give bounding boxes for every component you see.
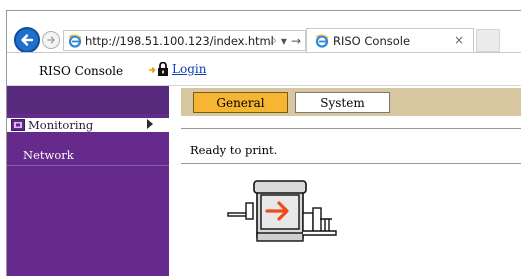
sidebar-item-label: Monitoring bbox=[28, 118, 94, 132]
tab-title: RISO Console bbox=[333, 33, 411, 48]
window-frame-top bbox=[6, 10, 521, 11]
forward-arrow-icon bbox=[47, 36, 55, 44]
address-bar[interactable]: http://198.51.100.123/index.html ⌕ ▾ → bbox=[63, 30, 306, 51]
printer-icon bbox=[227, 180, 337, 242]
new-tab-button[interactable] bbox=[476, 29, 500, 52]
tab-ie-logo-icon bbox=[315, 34, 329, 48]
address-bar-tools: ⌕ ▾ → bbox=[270, 33, 301, 48]
sidebar: Monitoring Network bbox=[7, 86, 169, 276]
search-icon[interactable]: ⌕ bbox=[270, 33, 277, 48]
lock-icon bbox=[149, 62, 168, 76]
dropdown-icon[interactable]: ▾ bbox=[281, 34, 287, 48]
back-arrow-icon bbox=[21, 34, 34, 46]
sidebar-item-monitoring[interactable]: Monitoring bbox=[7, 118, 169, 132]
tab-system[interactable]: System bbox=[295, 92, 390, 113]
sidebar-separator bbox=[7, 165, 169, 166]
tab-close-icon[interactable]: × bbox=[454, 33, 464, 47]
forward-button[interactable] bbox=[42, 31, 60, 49]
sidebar-top-band bbox=[7, 86, 169, 114]
content-rule-bottom bbox=[181, 163, 521, 164]
browser-chrome: http://198.51.100.123/index.html ⌕ ▾ → R… bbox=[0, 0, 521, 276]
content-rule-top bbox=[181, 128, 521, 129]
login-area[interactable]: Login bbox=[148, 62, 206, 76]
go-arrow-icon[interactable]: → bbox=[291, 34, 301, 48]
sidebar-item-network[interactable]: Network bbox=[23, 148, 74, 162]
expand-arrow-icon bbox=[147, 119, 153, 129]
ie-logo-icon bbox=[68, 34, 82, 48]
browser-tab[interactable]: RISO Console × bbox=[306, 28, 474, 52]
tab-general[interactable]: General bbox=[193, 92, 288, 113]
page-header: RISO Console Login bbox=[7, 53, 521, 85]
url-text: http://198.51.100.123/index.html bbox=[85, 33, 274, 48]
back-button[interactable] bbox=[14, 27, 40, 53]
monitoring-icon bbox=[11, 119, 25, 131]
login-link[interactable]: Login bbox=[172, 62, 206, 76]
status-text: Ready to print. bbox=[190, 143, 278, 157]
app-title: RISO Console bbox=[39, 64, 124, 78]
